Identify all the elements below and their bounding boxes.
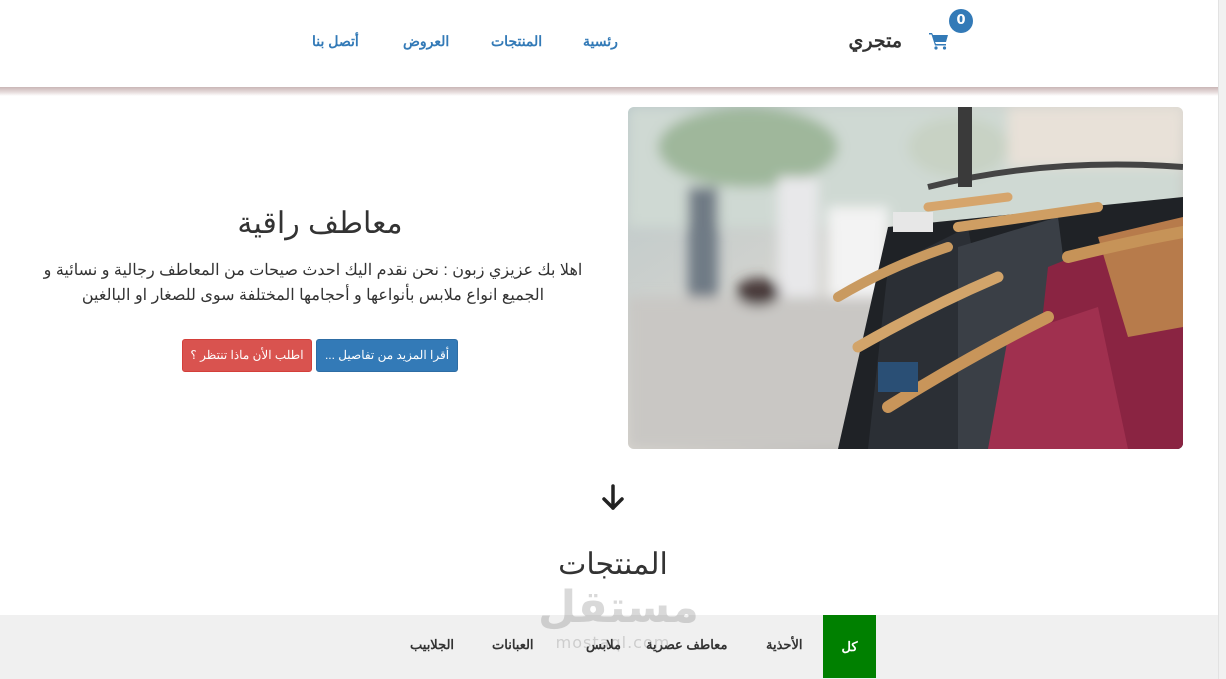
nav-home[interactable]: رئسية [583, 33, 618, 50]
order-now-button[interactable]: اطلب الأن ماذا تنتظر ؟ [182, 339, 312, 372]
hero-image [628, 107, 1183, 449]
nav-offers[interactable]: العروض [403, 33, 449, 50]
cart-count-badge: 0 [949, 9, 973, 33]
filter-all[interactable]: كل [823, 615, 876, 678]
filter-modern-coats[interactable]: معاطف عصرية [646, 637, 727, 653]
products-section-title: المنتجات [558, 548, 668, 581]
filter-clothes[interactable]: ملابس [586, 637, 621, 653]
arrow-down-icon[interactable] [600, 484, 626, 512]
read-more-button[interactable]: أقرا المزيد من تفاصيل ... [316, 339, 458, 372]
header-shadow [0, 87, 1218, 96]
clothing-rack-photo [628, 107, 1183, 449]
filter-shoes[interactable]: الأحذية [766, 637, 802, 653]
filter-jellabas[interactable]: الجلابيب [410, 637, 454, 653]
nav-contact[interactable]: أتصل بنا [312, 33, 359, 50]
filter-cloaks[interactable]: العبانات [492, 637, 534, 653]
hero-title: معاطف راقية [237, 207, 403, 240]
nav-products[interactable]: المنتجات [491, 33, 542, 50]
cart-icon[interactable] [927, 32, 949, 52]
cart-icon-glyph [929, 33, 948, 50]
hero-description: اهلا بك عزيزي زبون : نحن نقدم اليك احدث … [43, 262, 583, 304]
brand-logo[interactable]: متجري [840, 30, 902, 58]
vertical-scrollbar[interactable] [1218, 0, 1226, 679]
